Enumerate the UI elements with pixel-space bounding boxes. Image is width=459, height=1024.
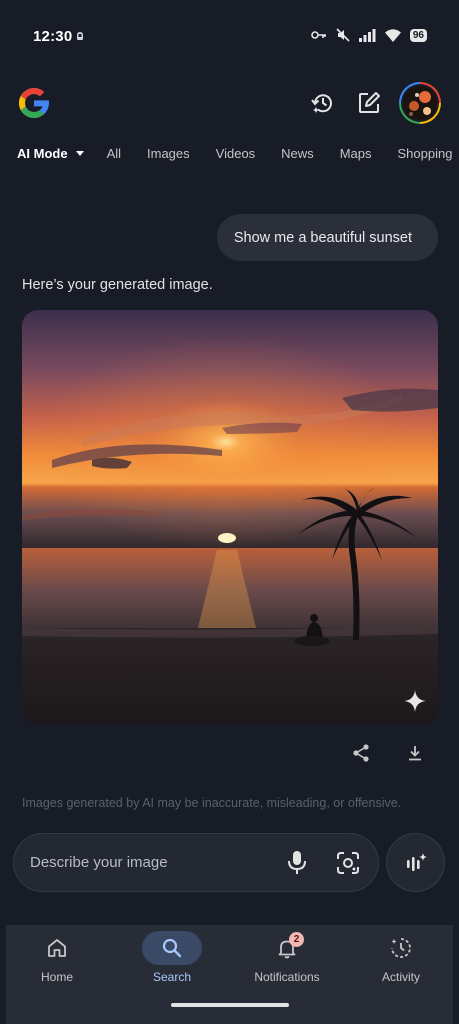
- wifi-icon: [384, 28, 401, 42]
- status-time: 12:30: [33, 28, 73, 45]
- notification-badge: 2: [289, 932, 304, 947]
- nav-home[interactable]: Home: [7, 931, 107, 984]
- response-text: Here’s your generated image.: [22, 277, 213, 293]
- ai-disclaimer: Images generated by AI may be inaccurate…: [22, 796, 402, 810]
- download-button[interactable]: [404, 742, 426, 764]
- image-actions: [350, 742, 426, 764]
- nav-activity[interactable]: Activity: [351, 931, 451, 984]
- voice-mode-button[interactable]: [386, 833, 445, 892]
- tab-news[interactable]: News: [281, 146, 314, 161]
- activity-icon: [391, 938, 411, 958]
- tab-images[interactable]: Images: [147, 146, 190, 161]
- home-icon: [48, 939, 66, 957]
- user-message-bubble: Show me a beautiful sunset: [216, 214, 438, 261]
- nav-search[interactable]: Search: [122, 931, 222, 984]
- nav-label: Activity: [381, 970, 420, 984]
- describe-image-input[interactable]: [30, 834, 270, 891]
- avatar-image: [403, 86, 437, 120]
- tab-label: AI Mode: [17, 146, 68, 161]
- history-button[interactable]: [308, 88, 338, 118]
- tab-ai-mode[interactable]: AI Mode: [17, 146, 84, 161]
- nav-label: Notifications: [254, 970, 320, 984]
- nav-label: Search: [152, 970, 192, 984]
- battery-level: 96: [409, 28, 427, 42]
- sparkle-icon: [404, 690, 426, 712]
- prompt-input-container: [13, 833, 379, 892]
- google-logo-icon: [19, 88, 49, 118]
- vpn-key-icon: [311, 31, 326, 39]
- home-indicator[interactable]: [171, 1003, 289, 1007]
- voice-mode-icon: [406, 852, 427, 871]
- app-header: [0, 82, 459, 126]
- status-bar: 12:30 96: [0, 0, 459, 72]
- nav-notifications[interactable]: 2 Notifications: [237, 931, 337, 984]
- lens-icon[interactable]: [336, 851, 360, 875]
- nav-label: Home: [40, 970, 73, 984]
- tab-videos[interactable]: Videos: [216, 146, 256, 161]
- mute-icon: [336, 28, 350, 42]
- chevron-down-icon: [75, 151, 84, 156]
- edit-icon: [359, 92, 380, 113]
- history-icon: [311, 94, 332, 113]
- tab-shopping[interactable]: Shopping: [397, 146, 452, 161]
- bottom-navigation: Home Search 2 Notifications Activity: [6, 925, 453, 1024]
- tab-all[interactable]: All: [107, 146, 121, 161]
- search-icon: [162, 938, 182, 958]
- mic-icon[interactable]: [286, 850, 308, 876]
- download-icon: [409, 746, 421, 761]
- search-tabs: AI Mode All Images Videos News Maps Shop…: [17, 146, 459, 161]
- share-button[interactable]: [350, 742, 372, 764]
- generated-image[interactable]: [22, 310, 438, 724]
- cell-signal-icon: [358, 28, 376, 42]
- new-chat-button[interactable]: [354, 88, 384, 118]
- profile-avatar[interactable]: [399, 82, 441, 124]
- tab-maps[interactable]: Maps: [340, 146, 372, 161]
- share-icon: [353, 744, 369, 762]
- app-notification-icon: [77, 32, 83, 40]
